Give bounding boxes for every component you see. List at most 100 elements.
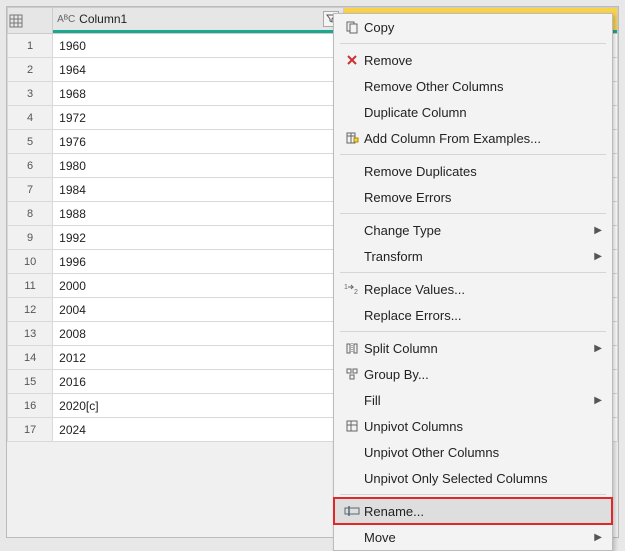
cell-column1[interactable]: 1964 xyxy=(53,58,343,82)
menu-separator xyxy=(340,213,606,214)
row-number[interactable]: 8 xyxy=(8,202,53,226)
row-number[interactable]: 15 xyxy=(8,370,53,394)
column-name: Column1 xyxy=(79,12,318,26)
menu-label: Move xyxy=(364,530,590,545)
cell-column1[interactable]: 1976 xyxy=(53,130,343,154)
replace-icon: 12 xyxy=(340,282,364,296)
menu-label: Duplicate Column xyxy=(364,105,602,120)
menu-separator xyxy=(340,494,606,495)
menu-separator xyxy=(340,43,606,44)
cell-column1[interactable]: 1968 xyxy=(53,82,343,106)
menu-remove[interactable]: Remove xyxy=(334,47,612,73)
menu-unpivot-columns[interactable]: Unpivot Columns xyxy=(334,413,612,439)
menu-label: Change Type xyxy=(364,223,590,238)
row-number[interactable]: 4 xyxy=(8,106,53,130)
menu-duplicate-column[interactable]: Duplicate Column xyxy=(334,99,612,125)
row-number[interactable]: 7 xyxy=(8,178,53,202)
copy-icon xyxy=(340,20,364,34)
row-number[interactable]: 13 xyxy=(8,322,53,346)
menu-label: Remove xyxy=(364,53,602,68)
menu-label: Add Column From Examples... xyxy=(364,131,602,146)
split-column-icon xyxy=(340,341,364,355)
unpivot-icon xyxy=(340,419,364,433)
row-number[interactable]: 16 xyxy=(8,394,53,418)
row-number[interactable]: 1 xyxy=(8,34,53,58)
table-icon xyxy=(9,14,23,28)
table-corner[interactable] xyxy=(8,8,53,34)
cell-column1[interactable]: 2012 xyxy=(53,346,343,370)
row-number[interactable]: 3 xyxy=(8,82,53,106)
menu-change-type[interactable]: Change Type ▶ xyxy=(334,217,612,243)
menu-split-column[interactable]: Split Column ▶ xyxy=(334,335,612,361)
cell-column1[interactable]: 1972 xyxy=(53,106,343,130)
menu-remove-duplicates[interactable]: Remove Duplicates xyxy=(334,158,612,184)
menu-replace-errors[interactable]: Replace Errors... xyxy=(334,302,612,328)
menu-label: Group By... xyxy=(364,367,602,382)
row-number[interactable]: 12 xyxy=(8,298,53,322)
menu-label: Unpivot Columns xyxy=(364,419,602,434)
menu-fill[interactable]: Fill ▶ xyxy=(334,387,612,413)
menu-label: Remove Duplicates xyxy=(364,164,602,179)
svg-text:1: 1 xyxy=(344,284,348,291)
svg-text:2: 2 xyxy=(354,289,358,296)
menu-separator xyxy=(340,154,606,155)
row-number[interactable]: 11 xyxy=(8,274,53,298)
menu-unpivot-only-selected[interactable]: Unpivot Only Selected Columns xyxy=(334,465,612,491)
row-number[interactable]: 6 xyxy=(8,154,53,178)
menu-label: Rename... xyxy=(364,504,602,519)
menu-label: Fill xyxy=(364,393,590,408)
menu-unpivot-other-columns[interactable]: Unpivot Other Columns xyxy=(334,439,612,465)
row-number[interactable]: 10 xyxy=(8,250,53,274)
cell-column1[interactable]: 1992 xyxy=(53,226,343,250)
menu-label: Copy xyxy=(364,20,602,35)
chevron-right-icon: ▶ xyxy=(590,251,602,262)
row-number[interactable]: 14 xyxy=(8,346,53,370)
menu-label: Unpivot Only Selected Columns xyxy=(364,471,602,486)
menu-label: Unpivot Other Columns xyxy=(364,445,602,460)
cell-column1[interactable]: 2004 xyxy=(53,298,343,322)
menu-separator xyxy=(340,331,606,332)
cell-column1[interactable]: 1960 xyxy=(53,34,343,58)
rename-icon xyxy=(340,505,364,517)
menu-group-by[interactable]: Group By... xyxy=(334,361,612,387)
menu-transform[interactable]: Transform ▶ xyxy=(334,243,612,269)
menu-label: Transform xyxy=(364,249,590,264)
menu-label: Replace Errors... xyxy=(364,308,602,323)
menu-add-column-from-examples[interactable]: Add Column From Examples... xyxy=(334,125,612,151)
cell-column1[interactable]: 2000 xyxy=(53,274,343,298)
menu-copy[interactable]: Copy xyxy=(334,14,612,40)
cell-column1[interactable]: 1980 xyxy=(53,154,343,178)
cell-column1[interactable]: 1988 xyxy=(53,202,343,226)
menu-label: Replace Values... xyxy=(364,282,602,297)
column-context-menu: Copy Remove Remove Other Columns Duplica… xyxy=(333,13,613,551)
query-editor-frame: AᴮC Column1 AᴮC Column4 11960Soviet Unio… xyxy=(6,6,619,538)
column-header-column1[interactable]: AᴮC Column1 xyxy=(53,8,343,34)
menu-rename[interactable]: Rename... xyxy=(334,498,612,524)
chevron-right-icon: ▶ xyxy=(590,225,602,236)
cell-column1[interactable]: 1996 xyxy=(53,250,343,274)
cell-column1[interactable]: 2020[c] xyxy=(53,394,343,418)
cell-column1[interactable]: 2016 xyxy=(53,370,343,394)
menu-label: Remove Other Columns xyxy=(364,79,602,94)
cell-column1[interactable]: 2024 xyxy=(53,418,343,442)
menu-move[interactable]: Move ▶ xyxy=(334,524,612,550)
chevron-right-icon: ▶ xyxy=(590,343,602,354)
row-number[interactable]: 9 xyxy=(8,226,53,250)
add-column-icon xyxy=(340,131,364,145)
chevron-right-icon: ▶ xyxy=(590,532,602,543)
row-number[interactable]: 17 xyxy=(8,418,53,442)
cell-column1[interactable]: 2008 xyxy=(53,322,343,346)
menu-label: Split Column xyxy=(364,341,590,356)
type-badge-text: AᴮC xyxy=(57,14,75,25)
chevron-right-icon: ▶ xyxy=(590,395,602,406)
group-by-icon xyxy=(340,367,364,381)
row-number[interactable]: 5 xyxy=(8,130,53,154)
menu-replace-values[interactable]: 12 Replace Values... xyxy=(334,276,612,302)
column-quality-bar xyxy=(53,30,342,33)
menu-remove-errors[interactable]: Remove Errors xyxy=(334,184,612,210)
cell-column1[interactable]: 1984 xyxy=(53,178,343,202)
row-number[interactable]: 2 xyxy=(8,58,53,82)
menu-remove-other-columns[interactable]: Remove Other Columns xyxy=(334,73,612,99)
menu-separator xyxy=(340,272,606,273)
menu-label: Remove Errors xyxy=(364,190,602,205)
